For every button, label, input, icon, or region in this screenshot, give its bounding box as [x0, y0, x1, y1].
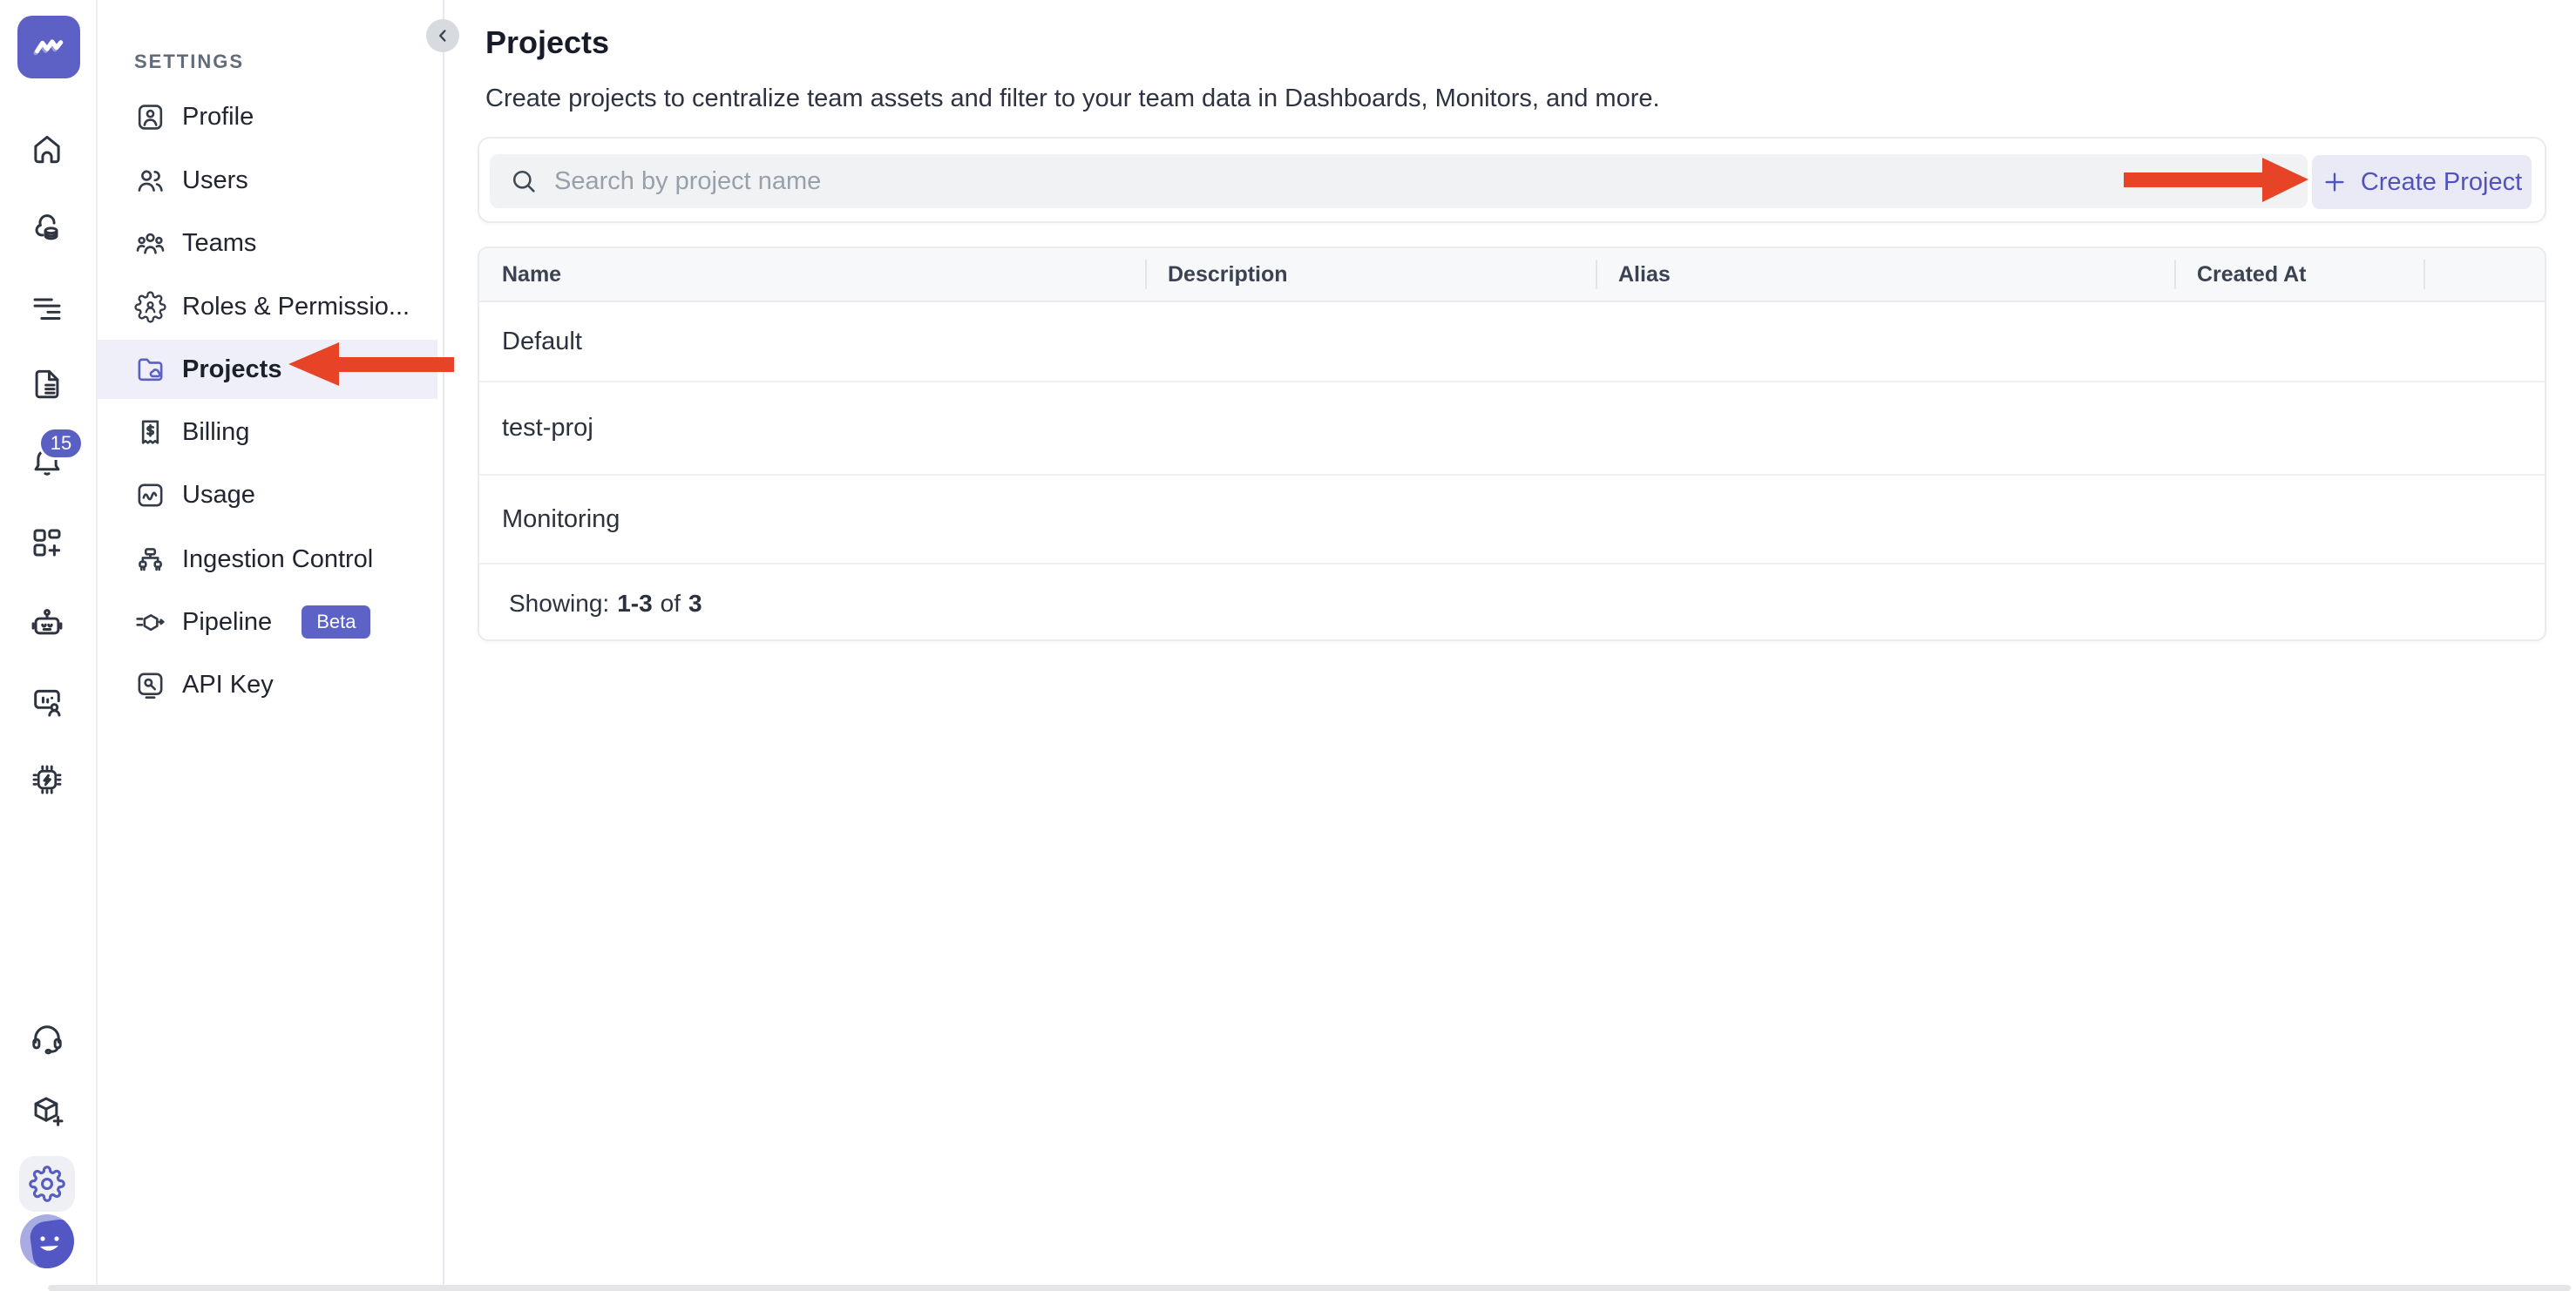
column-header-created-at: Created At: [2174, 248, 2423, 301]
home-icon[interactable]: [28, 130, 66, 168]
user-avatar[interactable]: [19, 1213, 75, 1269]
middleware-logo[interactable]: [17, 16, 80, 78]
sidebar-item-label: API Key: [182, 670, 274, 699]
alerts-count-badge: 15: [38, 427, 84, 460]
showing-label: Showing:: [509, 590, 610, 617]
sidebar-item-users[interactable]: Users: [98, 151, 437, 210]
table-header-row: Name Description Alias Created At: [479, 248, 2545, 302]
project-search[interactable]: [490, 154, 2308, 208]
showing-total: 3: [688, 590, 702, 617]
create-project-label: Create Project: [2360, 167, 2523, 196]
reports-doc-icon[interactable]: [28, 365, 66, 403]
cell-alias: [1596, 382, 2174, 474]
page-description: Create projects to centralize team asset…: [485, 84, 1660, 112]
search-icon: [512, 170, 535, 193]
table-row-default[interactable]: Default: [479, 302, 2545, 382]
cell-actions: [2423, 302, 2545, 381]
usage-chart-icon: [134, 479, 166, 511]
table-row-test-proj[interactable]: test-proj: [479, 382, 2545, 476]
sidebar-item-label: Users: [182, 166, 248, 194]
cell-name: test-proj: [502, 414, 593, 442]
cell-name: Default: [502, 327, 582, 355]
settings-sidebar: SETTINGS Profile Users Teams Roles & Per…: [98, 0, 444, 1291]
settings-gear-icon[interactable]: [19, 1156, 75, 1212]
teams-icon: [134, 227, 166, 260]
folder-cloud-icon: [134, 354, 166, 386]
session-chat-icon[interactable]: [28, 683, 66, 721]
cell-created-at: [2174, 382, 2423, 474]
sidebar-item-label: Projects: [182, 355, 282, 383]
pipeline-hexagon-icon: [134, 606, 166, 639]
column-header-description: Description: [1145, 248, 1596, 301]
horizontal-scrollbar[interactable]: [48, 1285, 2571, 1291]
sidebar-item-label: Profile: [182, 102, 254, 131]
table-pagination-summary: Showing: 1-3 of 3: [479, 564, 2545, 639]
chevron-left-icon: [439, 30, 446, 42]
roles-gear-person-icon: [134, 290, 166, 323]
bot-icon[interactable]: [28, 605, 66, 643]
sidebar-item-usage[interactable]: Usage: [98, 465, 437, 524]
sidebar-item-profile[interactable]: Profile: [98, 87, 437, 146]
cell-created-at: [2174, 476, 2423, 563]
cell-actions: [2423, 476, 2545, 563]
sidebar-item-projects[interactable]: Projects: [98, 340, 437, 399]
sidebar-item-label: Teams: [182, 228, 257, 257]
users-icon: [134, 165, 166, 197]
cell-description: [1145, 476, 1596, 563]
app-window: 15 SETTINGS Profile Users Teams Roles & …: [0, 0, 2576, 1291]
column-header-actions: [2423, 248, 2545, 301]
sidebar-item-label: Ingestion Control: [182, 544, 374, 573]
support-headset-icon[interactable]: [28, 1018, 66, 1057]
cell-alias: [1596, 302, 2174, 381]
sidebar-item-roles-permissions[interactable]: Roles & Permissio...: [98, 277, 437, 336]
page-title: Projects: [485, 24, 610, 60]
search-toolbar-card: Create Project: [478, 137, 2546, 223]
table-body: Default test-proj Monitoring: [479, 302, 2545, 564]
cell-description: [1145, 302, 1596, 381]
sidebar-item-label: Usage: [182, 480, 255, 509]
app-icon-rail: 15: [0, 0, 98, 1291]
ingestion-tree-icon: [134, 544, 166, 576]
beta-badge: Beta: [302, 605, 371, 639]
projects-table: Name Description Alias Created At Defaul…: [478, 247, 2546, 641]
sidebar-item-ingestion-control[interactable]: Ingestion Control: [98, 530, 437, 589]
sidebar-item-pipeline[interactable]: Pipeline Beta: [98, 592, 437, 652]
cell-created-at: [2174, 302, 2423, 381]
billing-receipt-icon: [134, 416, 166, 449]
column-header-alias: Alias: [1596, 248, 2174, 301]
showing-of: of: [660, 590, 681, 617]
sidebar-collapse-button[interactable]: [426, 19, 459, 52]
profile-icon: [134, 101, 166, 133]
cell-actions: [2423, 382, 2545, 474]
create-project-button[interactable]: Create Project: [2312, 155, 2532, 209]
sidebar-item-label: Pipeline: [182, 607, 273, 636]
api-key-icon: [134, 669, 166, 701]
settings-section-title: SETTINGS: [134, 51, 245, 72]
dashboards-grid-icon[interactable]: [28, 524, 66, 562]
cell-description: [1145, 382, 1596, 474]
chip-icon[interactable]: [28, 760, 66, 799]
sidebar-item-label: Roles & Permissio...: [182, 292, 410, 321]
showing-range: 1-3: [617, 590, 653, 617]
column-header-name: Name: [502, 261, 562, 287]
plus-icon: [2325, 172, 2344, 192]
cloud-cost-icon[interactable]: [28, 209, 66, 247]
sidebar-item-billing[interactable]: Billing: [98, 402, 437, 462]
table-row-monitoring[interactable]: Monitoring: [479, 476, 2545, 564]
cell-name: Monitoring: [502, 504, 620, 533]
logs-icon[interactable]: [28, 287, 66, 326]
sidebar-item-api-key[interactable]: API Key: [98, 655, 437, 714]
sidebar-item-teams[interactable]: Teams: [98, 213, 437, 273]
install-cube-icon[interactable]: [28, 1092, 66, 1130]
search-input[interactable]: [554, 154, 2308, 208]
cell-alias: [1596, 476, 2174, 563]
sidebar-item-label: Billing: [182, 417, 250, 446]
